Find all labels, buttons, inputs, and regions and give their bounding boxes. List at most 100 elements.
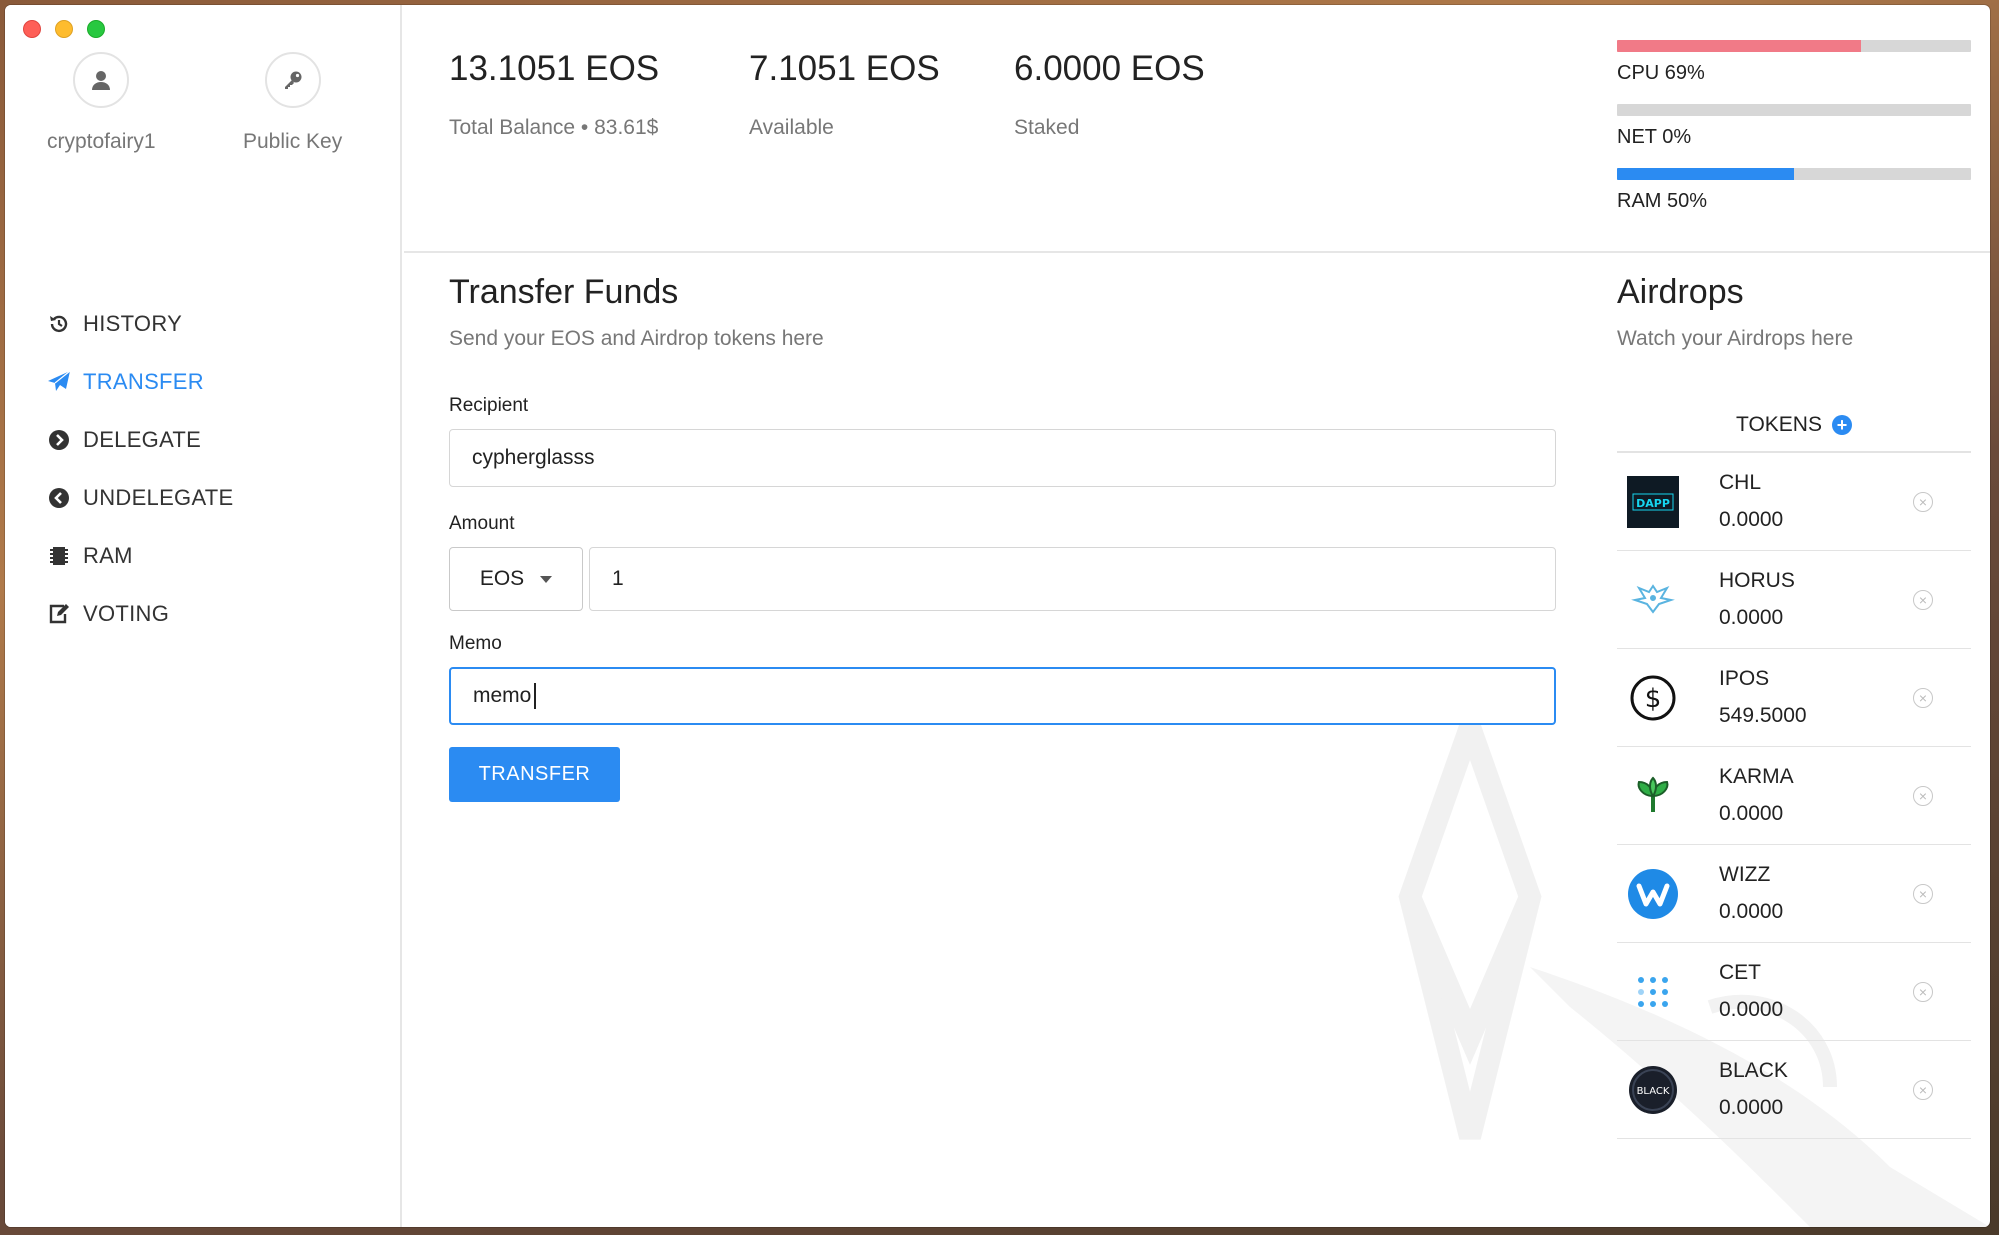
amount-input[interactable]: 1	[589, 547, 1556, 611]
airdrops-subtitle: Watch your Airdrops here	[1617, 327, 1854, 350]
public-key-label: Public Key	[243, 130, 343, 153]
chevron-circle-left-icon	[47, 486, 71, 510]
remove-token-icon[interactable]: ×	[1913, 785, 1933, 806]
minimize-window-button[interactable]	[55, 20, 73, 38]
ram-resource: RAM 50%	[1617, 168, 1971, 213]
total-balance-stat: 13.1051 EOS Total Balance • 83.61$	[449, 49, 659, 140]
net-progress-bar	[1617, 104, 1971, 116]
window-controls	[23, 20, 105, 38]
staked-value: 6.0000 EOS	[1014, 49, 1205, 88]
token-row-cet: CET 0.0000 ×	[1617, 943, 1971, 1041]
token-info: BLACK 0.0000	[1719, 1059, 1788, 1120]
token-row-karma: KARMA 0.0000 ×	[1617, 747, 1971, 845]
token-amount: 549.5000	[1719, 704, 1807, 727]
token-name: IPOS	[1719, 667, 1770, 690]
memo-input[interactable]: memo	[449, 667, 1556, 725]
account-button[interactable]: cryptofairy1	[47, 52, 156, 154]
nav-item-undelegate[interactable]: UNDELEGATE	[47, 469, 234, 527]
ram-label: RAM 50%	[1617, 190, 1708, 212]
recipient-value: cypherglasss	[472, 446, 595, 469]
transfer-title: Transfer Funds	[449, 273, 679, 311]
nav-item-ram[interactable]: RAM	[47, 527, 234, 585]
transfer-form: Transfer Funds Send your EOS and Airdrop…	[449, 273, 1556, 802]
maximize-window-button[interactable]	[87, 20, 105, 38]
recipient-label: Recipient	[449, 395, 529, 416]
remove-token-icon[interactable]: ×	[1913, 491, 1933, 512]
nav-item-delegate[interactable]: DELEGATE	[47, 411, 234, 469]
remove-token-icon[interactable]: ×	[1913, 1079, 1933, 1100]
token-info: WIZZ 0.0000	[1719, 863, 1783, 924]
transfer-button[interactable]: TRANSFER	[449, 747, 620, 802]
available-stat: 7.1051 EOS Available	[749, 49, 940, 140]
nav-label-ram: RAM	[83, 543, 133, 568]
net-label: NET 0%	[1617, 126, 1692, 148]
text-cursor	[534, 683, 537, 709]
amount-label: Amount	[449, 513, 515, 534]
token-row-black: BLACK BLACK 0.0000 ×	[1617, 1041, 1971, 1139]
tokens-header-label: TOKENS	[1736, 413, 1822, 436]
black-circle-logo: BLACK	[1627, 1064, 1679, 1116]
airdrops-title: Airdrops	[1617, 273, 1744, 311]
token-row-horus: HORUS 0.0000 ×	[1617, 551, 1971, 649]
token-name: CET	[1719, 961, 1761, 984]
nav-item-transfer[interactable]: TRANSFER	[47, 353, 234, 411]
token-info: CHL 0.0000	[1719, 471, 1783, 532]
token-row-ipos: $ IPOS 549.5000 ×	[1617, 649, 1971, 747]
token-row-wizz: WIZZ 0.0000 ×	[1617, 845, 1971, 943]
token-amount: 0.0000	[1719, 998, 1784, 1021]
cet-dots-logo	[1627, 966, 1679, 1018]
token-amount: 0.0000	[1719, 802, 1784, 825]
memory-chip-icon	[47, 544, 71, 568]
nav-item-voting[interactable]: VOTING	[47, 585, 234, 643]
ram-progress-fill	[1617, 168, 1794, 180]
dollar-circle-logo: $	[1627, 672, 1679, 724]
close-window-button[interactable]	[23, 20, 41, 38]
black-logo-text: BLACK	[1637, 1086, 1670, 1097]
token-row-chl: DAPP CHL 0.0000 ×	[1617, 453, 1971, 551]
recipient-input[interactable]: cypherglasss	[449, 429, 1556, 487]
transfer-subtitle: Send your EOS and Airdrop tokens here	[449, 327, 824, 350]
add-token-icon[interactable]: +	[1831, 415, 1852, 435]
token-amount: 0.0000	[1719, 508, 1784, 531]
chevron-down-icon	[540, 575, 553, 583]
main-content: 13.1051 EOS Total Balance • 83.61$ 7.105…	[404, 5, 1990, 1227]
cpu-label: CPU 69%	[1617, 62, 1705, 84]
token-amount: 0.0000	[1719, 900, 1784, 923]
token-selected-value: EOS	[479, 567, 525, 590]
nav-label-history: HISTORY	[83, 311, 183, 336]
nav-label-transfer: TRANSFER	[83, 369, 204, 394]
cpu-progress-fill	[1617, 40, 1862, 52]
token-name: CHL	[1719, 471, 1762, 494]
public-key-button[interactable]: Public Key	[243, 52, 342, 154]
nav-item-history[interactable]: HISTORY	[47, 295, 234, 353]
memo-value: memo	[473, 684, 532, 707]
memo-label: Memo	[449, 633, 502, 654]
user-icon	[73, 52, 130, 108]
svg-text:$: $	[1645, 684, 1662, 714]
remove-token-icon[interactable]: ×	[1913, 687, 1933, 708]
staked-label: Staked	[1014, 116, 1080, 139]
remove-token-icon[interactable]: ×	[1913, 883, 1933, 904]
token-select-dropdown[interactable]: EOS	[449, 547, 583, 611]
remove-token-icon[interactable]: ×	[1913, 589, 1933, 610]
staked-stat: 6.0000 EOS Staked	[1014, 49, 1205, 140]
key-icon	[264, 52, 321, 108]
nav-label-undelegate: UNDELEGATE	[83, 485, 234, 510]
nav-label-voting: VOTING	[83, 601, 170, 626]
token-info: IPOS 549.5000	[1719, 667, 1807, 728]
cpu-progress-bar	[1617, 40, 1971, 52]
nav-label-delegate: DELEGATE	[83, 427, 202, 452]
account-name: cryptofairy1	[47, 130, 156, 153]
token-info: CET 0.0000	[1719, 961, 1783, 1022]
ram-progress-bar	[1617, 168, 1971, 180]
available-label: Available	[749, 116, 834, 139]
cpu-resource: CPU 69%	[1617, 40, 1971, 85]
amount-value: 1	[612, 567, 624, 590]
token-name: WIZZ	[1719, 863, 1771, 886]
main-nav: HISTORY TRANSFER DELEGATE UNDELEGATE RAM…	[47, 295, 234, 643]
token-amount: 0.0000	[1719, 1096, 1784, 1119]
remove-token-icon[interactable]: ×	[1913, 981, 1933, 1002]
token-name: BLACK	[1719, 1059, 1788, 1082]
token-name: HORUS	[1719, 569, 1795, 592]
token-name: KARMA	[1719, 765, 1794, 788]
